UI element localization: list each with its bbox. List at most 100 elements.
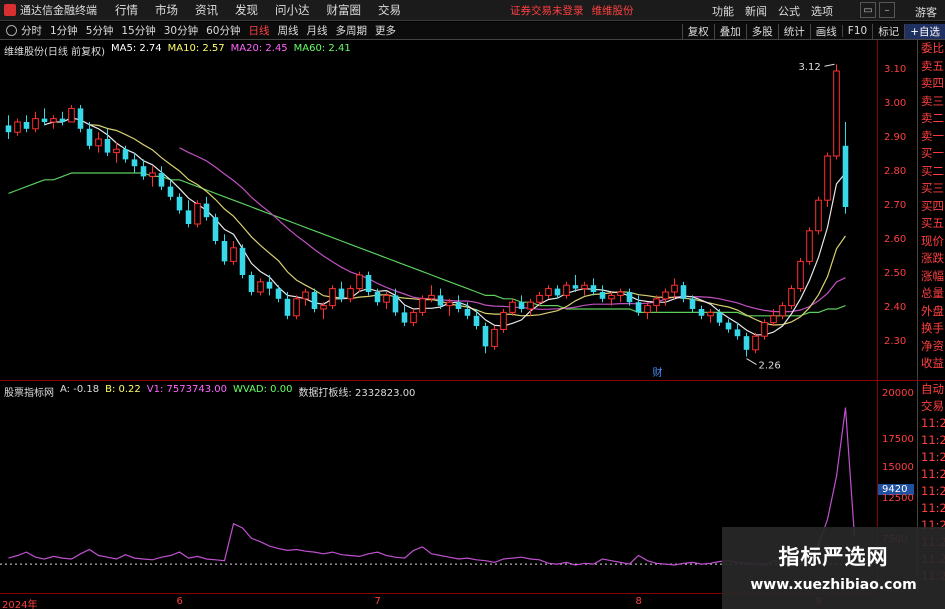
candle <box>176 193 183 214</box>
guest-label[interactable]: 游客 <box>915 4 937 20</box>
menu-item-4[interactable]: 问小达 <box>275 2 310 18</box>
period-menu-icon[interactable] <box>6 25 17 36</box>
candle <box>842 122 849 214</box>
candle <box>32 111 39 133</box>
candle <box>419 295 426 316</box>
candle <box>95 132 102 153</box>
indicator-tick: 20000 <box>882 388 914 399</box>
period-toolbar: 分时 1分钟 5分钟 15分钟 30分钟 60分钟 日线 周线 月线 多周期 更多 复权 叠加 多股 统计… <box>0 22 945 40</box>
period-tab-1[interactable]: 1分钟 <box>50 23 78 38</box>
chart-tool-2[interactable]: 多股 <box>745 23 778 39</box>
quote-label: 卖二 <box>921 111 944 125</box>
menu-item-6[interactable]: 交易 <box>378 2 401 18</box>
candle <box>617 288 624 303</box>
menu-item-1[interactable]: 市场 <box>155 2 178 18</box>
candle <box>311 288 318 313</box>
candle <box>302 288 309 306</box>
tick-time-label: 11:28 <box>921 433 945 447</box>
title-menu-bar: 通达信金融终端 行情 市场 资讯 发现 问小达 财富圈 交易 证券交易未登录 维维股份 功能… <box>0 0 945 21</box>
candle <box>518 295 525 313</box>
tick-time-label: 自动 <box>921 382 944 396</box>
stock-title: 维维股份(日线 前复权) <box>4 47 105 58</box>
chart-tool-7[interactable]: +自选 <box>904 23 945 39</box>
period-tab-10[interactable]: 更多 <box>375 23 396 38</box>
candle <box>599 285 606 303</box>
chart-tool-0[interactable]: 复权 <box>681 23 714 39</box>
tick-time-label: 11:28 <box>921 450 945 464</box>
period-tab-9[interactable]: 多周期 <box>336 23 368 38</box>
candle <box>662 288 669 306</box>
menu-item-3[interactable]: 发现 <box>235 2 258 18</box>
candle <box>266 275 273 296</box>
tick-time-label: 交易 <box>921 399 944 413</box>
ma60-line <box>8 172 846 317</box>
candle <box>392 288 399 316</box>
indicator-b: B: 0.22 <box>105 384 141 395</box>
tick-time-label: 11:29 <box>921 484 945 498</box>
candle <box>5 115 12 139</box>
chart-tool-6[interactable]: 标记 <box>872 23 904 39</box>
restore-icon[interactable]: ▭ <box>860 2 876 18</box>
candle <box>194 200 201 228</box>
app-logo-icon <box>4 4 16 16</box>
chart-tool-1[interactable]: 叠加 <box>713 23 746 39</box>
chart-tool-4[interactable]: 画线 <box>809 23 842 39</box>
period-tab-4[interactable]: 30分钟 <box>164 23 198 38</box>
quote-label: 买二 <box>921 163 944 178</box>
candle <box>347 285 354 303</box>
login-notice[interactable]: 证券交易未登录 <box>510 3 584 18</box>
candle <box>113 142 120 163</box>
date-tick: 6 <box>176 596 183 607</box>
period-tab-6[interactable]: 日线 <box>249 23 270 38</box>
chart-tool-5[interactable]: F10 <box>841 25 872 37</box>
right-menu-item-2[interactable]: 公式 <box>778 3 800 19</box>
quote-label: 总量 <box>921 286 944 300</box>
quote-side-panel: 委比 卖五 卖四 卖三 卖二 卖一 买一 买二 买三 买四 买五 现价 涨跌 涨幅 总量 外盘 换手 净资 收益 <box>917 40 945 380</box>
period-tab-8[interactable]: 月线 <box>307 23 328 38</box>
right-menu-item-1[interactable]: 新闻 <box>745 3 767 19</box>
watermark-title: 指标严选网 <box>778 545 889 569</box>
date-tick: 2024年 <box>2 600 38 609</box>
period-tab-2[interactable]: 5分钟 <box>86 23 114 38</box>
ma60-label: MA60: 2.41 <box>293 43 351 54</box>
ma10-label: MA10: 2.57 <box>167 43 225 54</box>
candle <box>356 271 363 292</box>
indicator-wvad: WVAD: 0.00 <box>232 384 293 395</box>
candle <box>716 309 723 326</box>
candle <box>59 111 66 126</box>
candle <box>77 105 84 133</box>
period-tab-7[interactable]: 周线 <box>278 23 299 38</box>
kline-chart-panel[interactable]: 3.12 2.26 财 维维股份(日线 前复权) MA5: 2.74 MA10: 2… <box>0 40 877 380</box>
candle <box>401 305 408 326</box>
period-tab-3[interactable]: 15分钟 <box>121 23 155 38</box>
price-tick: 2.30 <box>884 336 907 347</box>
right-menu-item-0[interactable]: 功能 <box>712 3 734 19</box>
kline-chart: 3.12 2.26 财 <box>5 62 849 379</box>
candle <box>473 309 480 330</box>
candle <box>806 227 813 265</box>
minimize-icon[interactable]: – <box>879 2 895 18</box>
candle <box>590 278 597 296</box>
current-stock-name[interactable]: 维维股份 <box>592 3 634 18</box>
ma20-label: MA20: 2.45 <box>230 43 288 54</box>
tick-time-label: 11:28 <box>921 416 945 430</box>
candle <box>779 302 786 320</box>
price-axis: 3.10 3.00 2.90 2.80 2.70 2.60 2.50 2.40 2.30 <box>877 40 917 380</box>
quote-label: 收益 <box>921 356 944 370</box>
menu-item-5[interactable]: 财富圈 <box>327 2 362 18</box>
menu-item-0[interactable]: 行情 <box>115 2 138 18</box>
chart-tool-3[interactable]: 统计 <box>777 23 810 39</box>
right-menu-item-3[interactable]: 选项 <box>811 3 833 19</box>
period-tab-0[interactable]: 分时 <box>21 23 42 38</box>
period-tab-5[interactable]: 60分钟 <box>206 23 240 38</box>
low-pointer <box>746 358 757 366</box>
candle <box>581 281 588 296</box>
indicator-tick: 15000 <box>882 462 914 473</box>
quote-label: 卖一 <box>921 128 944 143</box>
quote-label: 换手 <box>921 321 944 335</box>
indicator-shuju: 数据打板线: 2332823.00 <box>298 388 416 399</box>
price-tick: 2.40 <box>884 302 907 313</box>
menu-item-2[interactable]: 资讯 <box>195 2 218 18</box>
candle <box>680 281 687 303</box>
app-title: 通达信金融终端 <box>20 4 97 17</box>
